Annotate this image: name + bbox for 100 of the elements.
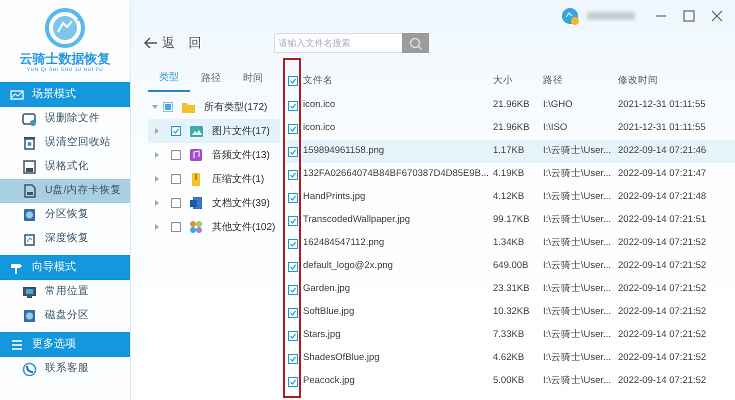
search-field[interactable]: 请输入文件名搜索 (274, 33, 402, 53)
table-cell-text: 2022-09-14 07:21:47 (618, 167, 708, 182)
column-header: 文件名 (303, 74, 334, 88)
column-header: 大小 (493, 74, 514, 88)
logo-icon (45, 8, 85, 48)
sidebar-item[interactable]: 误删除文件 (0, 107, 130, 131)
table-cell-text: 10.32KB (493, 305, 530, 320)
maximize-icon (683, 10, 695, 22)
colored-dots-icon (189, 220, 204, 234)
tree-item[interactable]: 文档文件(39) (148, 191, 280, 215)
table-cell-text: I:\云骑士\User... (543, 167, 612, 182)
table-cell-text: 2022-09-14 07:21:52 (618, 282, 708, 296)
sidebar-item[interactable]: 联系客服 (0, 357, 130, 381)
table-cell-text: 2022-09-14 07:21:48 (618, 190, 708, 204)
checkmark-icon (289, 77, 297, 85)
table-cell-text: I:\云骑士\User... (543, 351, 612, 366)
checkbox[interactable] (288, 192, 298, 202)
tree-label: 图片文件(17) (212, 124, 270, 138)
checkbox[interactable] (288, 170, 298, 180)
checkbox[interactable] (288, 354, 298, 364)
sidebar-item[interactable]: 误清空回收站 (0, 131, 130, 155)
sidebar-item[interactable]: 磁盘分区 (0, 304, 130, 328)
table-row[interactable]: ShadesOfBlue.jpg 4.62KB I:\云骑士\User... 2022-09-14 07:21:52 (285, 347, 735, 370)
tree-item[interactable]: 其他文件(102) (148, 215, 280, 239)
table-cell-text: 1.17KB (493, 144, 526, 158)
menu-icon (10, 338, 24, 352)
table-cell-text: Peacock.jpg (303, 374, 356, 388)
table-cell-text: 23.31KB (493, 282, 530, 296)
checkmark-icon (289, 354, 297, 362)
table-cell-text: 2022-09-14 07:21:52 (618, 305, 708, 320)
checkbox[interactable] (288, 284, 298, 294)
table-row[interactable]: 159894961158.png 1.17KB I:\云骑士\User... 2022-09-14 07:21:46 (285, 140, 735, 163)
table-cell-text: I:\云骑士\User... (543, 190, 612, 204)
checkbox[interactable] (288, 146, 298, 156)
table-row[interactable]: SoftBlue.jpg 10.32KB I:\云骑士\User... 2022-09-14 07:21:52 (285, 301, 735, 324)
tree-label: 压缩文件(1) (212, 172, 264, 186)
table-row[interactable]: 132FA02664074B84BF670387D4D85E9B... 4.19KB I:\云骑士\User... 2022-09-14 07:21:47 (285, 163, 735, 186)
checkbox[interactable] (171, 222, 181, 232)
checkmark-icon (289, 332, 297, 340)
sidebar-item[interactable]: 常用位置 (0, 280, 130, 304)
checkmark-icon (289, 102, 297, 110)
checkbox[interactable] (288, 238, 298, 248)
checkbox[interactable] (288, 124, 298, 134)
checkbox[interactable] (171, 126, 181, 136)
table-cell-text: I:\云骑士\User... (543, 213, 612, 228)
table-cell-text: icon.ico (303, 121, 336, 136)
table-cell-text: 7.33KB (493, 328, 526, 342)
table-cell-text: 162484547112.png (303, 236, 386, 250)
table-row[interactable]: HandPrints.jpg 4.12KB I:\云骑士\User... 2022-09-14 07:21:48 (285, 186, 735, 209)
tree-item[interactable]: 图片文件(17) (148, 119, 280, 143)
table-cell-text: I:\云骑士\User... (543, 328, 612, 342)
table-row[interactable]: default_logo@2x.png 649.00B I:\云骑士\User... 2022-09-14 07:21:52 (285, 255, 735, 278)
table-row[interactable]: Stars.jpg 7.33KB I:\云骑士\User... 2022-09-14 07:21:52 (285, 324, 735, 347)
table-row[interactable]: TranscodedWallpaper.jpg 99.17KB I:\云骑士\User... 2022-09-14 07:21:51 (285, 209, 735, 232)
back-button[interactable]: 返 回 (143, 33, 202, 53)
table-cell-text: 2022-09-14 07:21:52 (618, 351, 708, 366)
table-cell-text: 2022-09-14 07:21:46 (618, 144, 708, 158)
checkmark-icon (289, 216, 297, 224)
tree-item[interactable]: 所有类型(172) (148, 95, 280, 119)
table-cell-text: 132FA02664074B84BF670387D4D85E9B... (303, 167, 490, 182)
table-cell-text: 2021-12-31 01:11:55 (618, 98, 707, 112)
table-cell-text: 649.00B (493, 259, 530, 274)
tree-label: 所有类型(172) (204, 100, 268, 114)
table-cell-text: icon.ico (303, 98, 336, 112)
checkmark-icon (289, 170, 297, 178)
checkbox[interactable] (288, 308, 298, 318)
table-cell-text: I:\云骑士\User... (543, 282, 612, 296)
tree-item[interactable]: 音频文件(13) (148, 143, 280, 167)
table-row[interactable]: Peacock.jpg 5.00KB I:\云骑士\User... 2022-09-14 07:21:52 (285, 370, 735, 393)
tab[interactable]: 路径 (190, 68, 232, 92)
table-cell-text: 2022-09-14 07:21:51 (618, 213, 708, 228)
table-row[interactable]: icon.ico 21.96KB I:\GHO 2021-12-31 01:11:55 (285, 94, 735, 117)
sidebar-item[interactable]: 误格式化 (0, 155, 130, 179)
checkbox[interactable] (171, 174, 181, 184)
checkbox[interactable] (288, 376, 298, 386)
table-cell-text: I:\ISO (543, 121, 568, 136)
checkbox[interactable] (288, 216, 298, 226)
sidebar-item[interactable]: 深度恢复 (0, 227, 130, 251)
checkmark-icon (289, 148, 297, 156)
tree-item[interactable]: 压缩文件(1) (148, 167, 280, 191)
blurred-username (587, 12, 635, 20)
checkbox[interactable] (171, 198, 181, 208)
table-row[interactable]: icon.ico 21.96KB I:\ISO 2021-12-31 01:11:55 (285, 117, 735, 140)
tab[interactable]: 时间 (232, 68, 274, 92)
table-cell-text: default_logo@2x.png (303, 259, 394, 274)
table-cell-text: 21.96KB (493, 98, 530, 112)
checkbox[interactable] (288, 262, 298, 272)
sidebar-item[interactable]: U盘/内存卡恢复 (0, 179, 130, 203)
search-button[interactable] (402, 33, 429, 53)
checkbox[interactable] (288, 100, 298, 110)
table-cell-text: I:\云骑士\User... (543, 144, 612, 158)
checkbox[interactable] (288, 76, 298, 86)
table-row[interactable]: 162484547112.png 1.34KB I:\云骑士\User... 2022-09-14 07:21:52 (285, 232, 735, 255)
table-cell-text: Garden.jpg (303, 282, 352, 296)
checkbox[interactable] (171, 150, 181, 160)
checkmark-icon (289, 262, 297, 270)
table-row[interactable]: Garden.jpg 23.31KB I:\云骑士\User... 2022-09-14 07:21:52 (285, 278, 735, 301)
sidebar-item[interactable]: 分区恢复 (0, 203, 130, 227)
checkmark-icon (289, 308, 297, 316)
checkbox[interactable] (288, 330, 298, 340)
